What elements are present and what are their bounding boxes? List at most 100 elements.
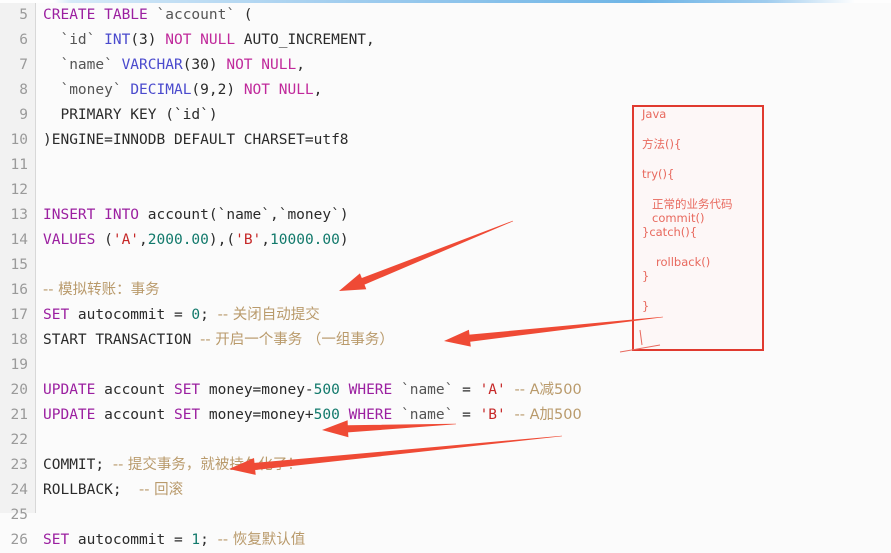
code-line[interactable]: UPDATE account SET money=money-500 WHERE… — [36, 378, 891, 403]
code-token: COMMIT; — [43, 457, 113, 473]
code-token: CREATE TABLE — [43, 7, 157, 23]
code-token: 'B' — [235, 232, 262, 248]
code-token: 10000.00 — [270, 232, 340, 248]
code-token: account — [95, 407, 174, 423]
line-number: 9 — [19, 107, 28, 123]
code-token: SET — [173, 382, 201, 398]
line-number: 16 — [10, 282, 28, 298]
java-box-line: }catch(){ — [642, 225, 698, 239]
code-token: 0 — [191, 307, 201, 323]
code-line[interactable]: SET autocommit = 1; -- 恢复默认值 — [36, 528, 891, 553]
code-token: -- A减500 — [514, 382, 582, 398]
line-number: 11 — [10, 157, 28, 173]
line-number: 18 — [10, 332, 28, 348]
code-token: ( — [104, 232, 113, 248]
code-token: DECIMAL — [130, 82, 192, 98]
code-token: -- 关闭自动提交 — [217, 307, 320, 323]
line-number: 20 — [10, 382, 28, 398]
line-number: 23 — [10, 457, 28, 473]
code-token: , — [139, 232, 148, 248]
code-token: SET — [43, 307, 70, 323]
code-token: VALUES — [43, 232, 105, 248]
code-token: ( — [235, 7, 253, 23]
java-box-spacer — [634, 181, 762, 197]
code-token: `account` — [156, 7, 236, 23]
code-token: = — [462, 382, 480, 398]
java-box-line: 正常的业务代码 — [652, 197, 733, 211]
code-token: )ENGINE=INNODB DEFAULT CHARSET=utf8 — [43, 132, 349, 148]
code-token: , — [296, 57, 305, 73]
code-line[interactable] — [36, 353, 891, 378]
code-line[interactable]: ROLLBACK; -- 回滚 — [36, 478, 891, 503]
java-box-line: Java — [642, 107, 667, 121]
code-token: `id` — [43, 32, 105, 48]
code-token: -- 恢复默认值 — [217, 532, 306, 548]
code-token: WHERE — [348, 407, 393, 423]
line-number: 5 — [19, 7, 28, 23]
code-token: 1 — [191, 532, 201, 548]
code-token: `name` — [392, 407, 463, 423]
code-token: SET — [43, 532, 70, 548]
code-line[interactable] — [36, 428, 891, 453]
code-token: , — [261, 232, 271, 248]
code-line[interactable]: COMMIT; -- 提交事务，就被持久化了！ — [36, 453, 891, 478]
code-token: ),( — [208, 232, 236, 248]
code-token: -- A加500 — [514, 407, 582, 423]
code-token: 'B' — [479, 407, 506, 423]
line-number: 8 — [19, 82, 28, 98]
line-number: 24 — [10, 482, 28, 498]
code-line[interactable]: `name` VARCHAR(30) NOT NULL, — [36, 53, 891, 78]
code-token: ; — [200, 532, 218, 548]
line-number: 10 — [10, 132, 28, 148]
code-token: 500 — [313, 382, 340, 398]
code-token: `name` — [43, 57, 122, 73]
code-token: 'A' — [479, 382, 506, 398]
java-box-spacer — [634, 239, 762, 255]
java-pseudocode-annotation-box: Java 方法(){try(){正常的业务代码 commit()}catch(){r… — [632, 105, 764, 351]
line-number: 22 — [10, 432, 28, 448]
line-number: 25 — [10, 507, 28, 523]
code-token: VARCHAR — [121, 57, 183, 73]
code-token: account(`name`,`money`) — [147, 207, 349, 223]
code-token: -- 回滚 — [139, 482, 184, 498]
line-number: 6 — [19, 32, 28, 48]
java-box-spacer — [634, 151, 762, 167]
code-token: 'A' — [112, 232, 140, 248]
code-token: PRIMARY KEY (`id`) — [43, 107, 218, 123]
code-token: NOT NULL — [243, 82, 314, 98]
code-token: money=money- — [200, 382, 314, 398]
line-number: 13 — [10, 207, 28, 223]
code-token: 500 — [313, 407, 340, 423]
code-token: -- 开启一个事务 （一组事务） — [200, 332, 394, 348]
code-token: `money` — [43, 82, 131, 98]
code-line[interactable]: CREATE TABLE `account` ( — [36, 3, 891, 28]
line-number: 15 — [10, 257, 28, 273]
code-token: START TRANSACTION — [43, 332, 201, 348]
java-box-spacer — [634, 121, 762, 137]
code-token: WHERE — [348, 382, 393, 398]
java-box-spacer — [634, 283, 762, 299]
code-token: = — [462, 407, 480, 423]
code-line[interactable]: UPDATE account SET money=money+500 WHERE… — [36, 403, 891, 428]
code-token: -- 模拟转账：事务 — [43, 282, 160, 298]
code-line[interactable] — [36, 503, 891, 528]
line-number: 19 — [10, 357, 28, 373]
code-token: ROLLBACK; — [43, 482, 140, 498]
code-line[interactable]: `id` INT(3) NOT NULL AUTO_INCREMENT, — [36, 28, 891, 53]
java-box-line: } — [642, 269, 650, 283]
java-box-line: rollback() — [656, 255, 711, 269]
code-token: autocommit = — [69, 532, 192, 548]
code-token: UPDATE — [43, 382, 96, 398]
java-box-line: 方法(){ — [642, 137, 682, 151]
code-token: AUTO_INCREMENT, — [235, 32, 375, 48]
code-token: (3) — [130, 32, 166, 48]
java-box-line: commit() — [652, 211, 705, 225]
code-token: `name` — [392, 382, 463, 398]
code-token: (30) — [182, 57, 227, 73]
code-line[interactable]: `money` DECIMAL(9,2) NOT NULL, — [36, 78, 891, 103]
code-token: , — [313, 82, 323, 98]
line-number: 17 — [10, 307, 28, 323]
